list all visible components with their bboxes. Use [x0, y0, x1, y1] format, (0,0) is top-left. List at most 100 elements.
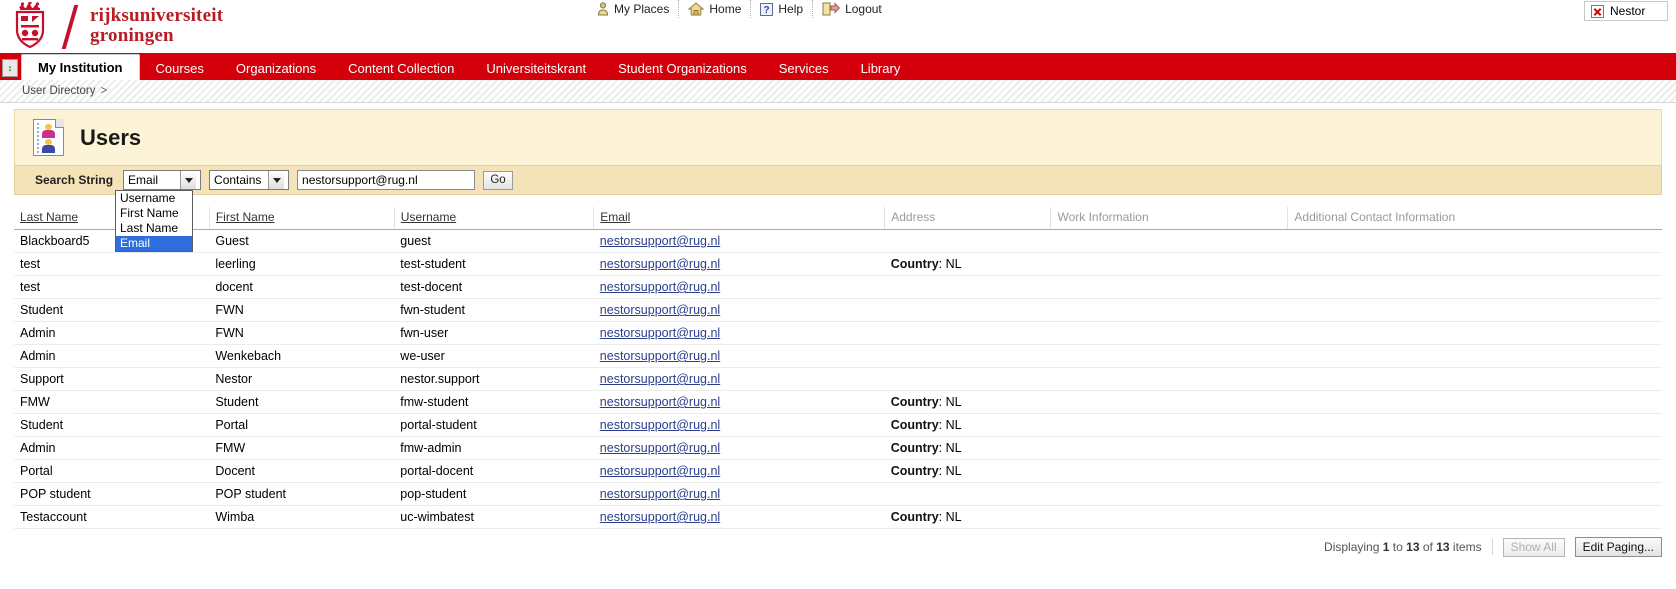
table-row: Admin FMW fmw-admin nestorsupport@rug.nl Cou…	[14, 436, 1662, 460]
cell-email[interactable]: nestorsupport@rug.nl	[593, 367, 885, 391]
email-link[interactable]: nestorsupport@rug.nl	[600, 326, 720, 340]
email-link[interactable]: nestorsupport@rug.nl	[600, 510, 720, 524]
cell-first-name: Wenkebach	[209, 344, 395, 368]
cell-address	[884, 275, 1051, 299]
cell-additional-contact	[1287, 482, 1662, 506]
email-link[interactable]: nestorsupport@rug.nl	[600, 234, 720, 248]
collapse-toggle-icon[interactable]: ↕	[2, 59, 18, 77]
table-row: Blackboard5 Guest guest nestorsupport@rug.n…	[14, 229, 1662, 253]
table-row: Student Portal portal-student nestorsupport…	[14, 413, 1662, 437]
home-link[interactable]: Home	[679, 0, 752, 18]
cell-username: fwn-user	[394, 321, 594, 345]
tab-services[interactable]: Services	[763, 57, 845, 80]
session-indicator[interactable]: Nestor	[1584, 1, 1668, 21]
cell-email[interactable]: nestorsupport@rug.nl	[593, 252, 885, 276]
tab-student-organizations[interactable]: Student Organizations	[602, 57, 763, 80]
help-link[interactable]: ? Help	[751, 0, 814, 18]
cell-address: Country: NL	[884, 436, 1051, 460]
show-all-button[interactable]: Show All	[1502, 537, 1565, 557]
email-link[interactable]: nestorsupport@rug.nl	[600, 395, 720, 409]
dropdown-option-email[interactable]: Email	[116, 236, 192, 251]
dropdown-option-first-name[interactable]: First Name	[116, 206, 192, 221]
page-title: Users	[80, 124, 142, 150]
my-places-link[interactable]: My Places	[588, 0, 680, 18]
cell-username: fwn-student	[394, 298, 594, 322]
country-value: : NL	[938, 395, 962, 409]
cell-email[interactable]: nestorsupport@rug.nl	[593, 459, 885, 483]
edit-paging-button[interactable]: Edit Paging...	[1574, 537, 1662, 557]
cell-email[interactable]: nestorsupport@rug.nl	[593, 344, 885, 368]
email-link[interactable]: nestorsupport@rug.nl	[600, 280, 720, 294]
tab-universiteitskrant[interactable]: Universiteitskrant	[470, 57, 602, 80]
email-link[interactable]: nestorsupport@rug.nl	[600, 418, 720, 432]
cell-first-name: Docent	[209, 459, 395, 483]
page-header: Users	[14, 109, 1662, 165]
search-input[interactable]	[297, 170, 476, 190]
cell-first-name: Student	[209, 390, 395, 414]
users-page-icon	[33, 119, 64, 156]
email-link[interactable]: nestorsupport@rug.nl	[600, 257, 720, 271]
column-header-label: First Name	[215, 210, 275, 224]
search-operator-select[interactable]: Contains	[209, 170, 290, 190]
of-text: of	[1422, 540, 1433, 554]
cell-email[interactable]: nestorsupport@rug.nl	[593, 321, 885, 345]
breadcrumb-item-user-directory[interactable]: User Directory	[22, 85, 95, 97]
cell-work-information	[1050, 298, 1288, 322]
cell-email[interactable]: nestorsupport@rug.nl	[593, 229, 885, 253]
tab-my-institution[interactable]: My Institution	[21, 54, 140, 80]
utility-nav: My Places Home ? Help Logout	[588, 0, 891, 18]
email-link[interactable]: nestorsupport@rug.nl	[600, 349, 720, 363]
cell-blank	[190, 459, 210, 483]
dropdown-option-last-name[interactable]: Last Name	[116, 221, 192, 236]
help-label: Help	[778, 2, 804, 16]
house-icon	[688, 2, 705, 16]
tab-organizations[interactable]: Organizations	[220, 57, 332, 80]
cell-email[interactable]: nestorsupport@rug.nl	[593, 436, 885, 460]
cell-work-information	[1050, 321, 1288, 345]
cell-additional-contact	[1287, 367, 1662, 391]
cell-address: Country: NL	[884, 459, 1051, 483]
cell-username: guest	[394, 229, 594, 253]
tab-label: Library	[860, 61, 901, 76]
footer-divider	[1491, 539, 1493, 555]
dropdown-option-username[interactable]: Username	[116, 191, 192, 206]
cell-email[interactable]: nestorsupport@rug.nl	[593, 275, 885, 299]
users-table: Last Name First Name Username Email Addr…	[14, 207, 1662, 529]
brand-line-1: rijksuniversiteit	[90, 5, 224, 26]
column-header-first-name[interactable]: First Name	[209, 207, 395, 230]
chevron-down-icon	[268, 171, 285, 189]
cell-email[interactable]: nestorsupport@rug.nl	[593, 390, 885, 414]
email-link[interactable]: nestorsupport@rug.nl	[600, 464, 720, 478]
country-label: Country	[890, 418, 939, 432]
tab-library[interactable]: Library	[845, 57, 917, 80]
email-link[interactable]: nestorsupport@rug.nl	[600, 441, 720, 455]
cell-email[interactable]: nestorsupport@rug.nl	[593, 482, 885, 506]
top-bar: rijksuniversiteit groningen My Places Ho…	[0, 0, 1676, 53]
country-label: Country	[890, 395, 939, 409]
tab-content-collection[interactable]: Content Collection	[332, 57, 470, 80]
cell-last-name: POP student	[14, 482, 191, 506]
tab-label: My Institution	[38, 60, 123, 75]
column-header-username[interactable]: Username	[394, 207, 595, 230]
cell-additional-contact	[1287, 459, 1662, 483]
university-logo[interactable]: rijksuniversiteit groningen	[8, 1, 224, 50]
cell-email[interactable]: nestorsupport@rug.nl	[593, 298, 885, 322]
country-value: : NL	[938, 510, 962, 524]
column-header-email[interactable]: Email	[593, 207, 886, 230]
cell-first-name: Wimba	[209, 505, 395, 529]
email-link[interactable]: nestorsupport@rug.nl	[600, 372, 720, 386]
cell-email[interactable]: nestorsupport@rug.nl	[593, 413, 885, 437]
cell-email[interactable]: nestorsupport@rug.nl	[593, 505, 885, 529]
search-field-select[interactable]: Email	[123, 170, 202, 190]
tab-label: Courses	[155, 61, 204, 76]
logout-link[interactable]: Logout	[813, 0, 891, 18]
range-mid: to	[1392, 540, 1403, 554]
cell-last-name: Student	[14, 413, 191, 437]
cell-additional-contact	[1287, 252, 1662, 276]
tab-courses[interactable]: Courses	[140, 57, 220, 80]
table-row: test docent test-docent nestorsupport@rug.n…	[14, 275, 1662, 299]
go-button[interactable]: Go	[483, 170, 514, 190]
email-link[interactable]: nestorsupport@rug.nl	[600, 303, 720, 317]
search-field-dropdown-list[interactable]: Username First Name Last Name Email	[115, 190, 193, 252]
email-link[interactable]: nestorsupport@rug.nl	[600, 487, 720, 501]
